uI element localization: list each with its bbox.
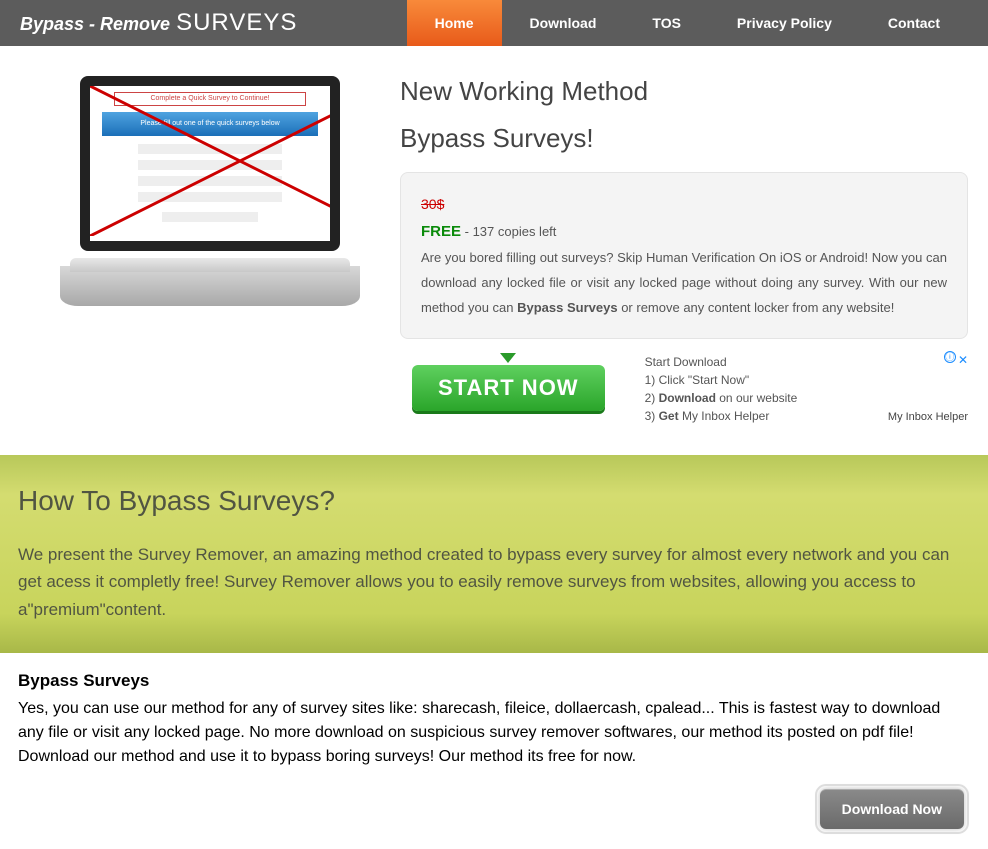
hero-title-1: New Working Method xyxy=(400,76,968,107)
nav-home[interactable]: Home xyxy=(407,0,502,46)
laptop-image: Complete a Quick Survey to Continue! Ple… xyxy=(60,76,360,306)
header: Bypass - Remove SURVEYS Home Download TO… xyxy=(0,0,988,46)
nav-privacy[interactable]: Privacy Policy xyxy=(709,0,860,46)
logo-text-b: SURVEYS xyxy=(176,9,297,37)
download-now-button[interactable]: Download Now xyxy=(820,789,964,829)
ad-block[interactable]: ⓘ ✕ Start Download 1) Click "Start Now" … xyxy=(645,353,968,425)
hero-section: Complete a Quick Survey to Continue! Ple… xyxy=(0,46,988,455)
offer-description: Are you bored filling out surveys? Skip … xyxy=(421,246,947,320)
copies-left: - 137 copies left xyxy=(461,224,556,239)
ad-line-2: 1) Click "Start Now" xyxy=(645,371,968,389)
ad-info-icon[interactable]: ⓘ xyxy=(944,351,956,363)
nav-tos[interactable]: TOS xyxy=(624,0,709,46)
how-to-body: We present the Survey Remover, an amazin… xyxy=(18,541,970,623)
bottom-body: Yes, you can use our method for any of s… xyxy=(18,697,970,769)
ad-close-icon[interactable]: ✕ xyxy=(958,351,968,369)
ad-controls[interactable]: ⓘ ✕ xyxy=(944,351,968,369)
arrow-down-icon xyxy=(500,353,516,363)
how-to-section: How To Bypass Surveys? We present the Su… xyxy=(0,455,988,653)
hero-content: New Working Method Bypass Surveys! 30$ F… xyxy=(400,76,968,425)
ad-line-3: 2) Download on our website xyxy=(645,389,968,407)
main-nav: Home Download TOS Privacy Policy Contact xyxy=(407,0,968,46)
offer-box: 30$ FREE - 137 copies left Are you bored… xyxy=(400,172,968,339)
ad-line-1: Start Download xyxy=(645,353,968,371)
hero-title-2: Bypass Surveys! xyxy=(400,123,968,154)
nav-download[interactable]: Download xyxy=(502,0,625,46)
cta-row: START NOW ⓘ ✕ Start Download 1) Click "S… xyxy=(400,353,968,425)
old-price: 30$ xyxy=(421,196,444,212)
free-label: FREE xyxy=(421,223,461,240)
start-now-button[interactable]: START NOW xyxy=(412,365,605,411)
cross-out-icon xyxy=(90,86,330,236)
logo-text-a: Bypass - Remove xyxy=(20,14,170,35)
how-to-title: How To Bypass Surveys? xyxy=(18,485,970,517)
site-logo[interactable]: Bypass - Remove SURVEYS xyxy=(0,9,297,37)
bottom-section: Bypass Surveys Yes, you can use our meth… xyxy=(0,653,988,847)
nav-contact[interactable]: Contact xyxy=(860,0,968,46)
bottom-title: Bypass Surveys xyxy=(18,671,970,691)
ad-brand: My Inbox Helper xyxy=(888,409,968,426)
